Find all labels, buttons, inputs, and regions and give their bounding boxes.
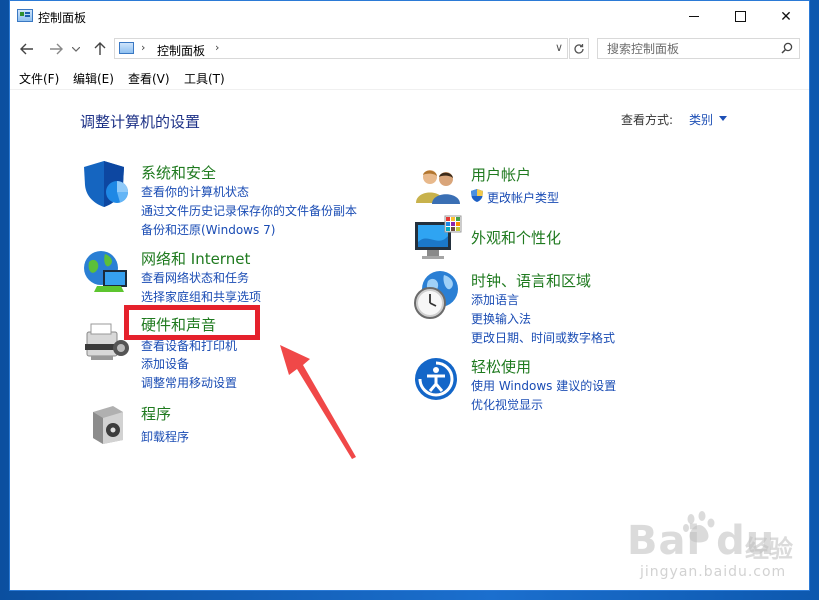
maximize-button[interactable] [717, 1, 763, 32]
link-add-language[interactable]: 添加语言 [471, 291, 519, 308]
chevron-down-icon [72, 46, 80, 52]
menu-view[interactable]: 查看(V) [128, 70, 170, 87]
page-title: 调整计算机的设置 [80, 113, 201, 131]
ease-of-access-icon[interactable] [414, 357, 458, 401]
category-clock-region[interactable]: 时钟、语言和区域 [471, 270, 591, 291]
clock-globe-icon[interactable] [412, 269, 462, 321]
control-panel-icon [17, 9, 33, 22]
link-change-account-type[interactable]: 更改帐户类型 [487, 189, 559, 206]
system-security-shield-icon[interactable] [82, 159, 130, 209]
category-programs[interactable]: 程序 [141, 403, 171, 424]
menu-edit[interactable]: 编辑(E) [73, 70, 114, 87]
back-arrow-icon [20, 43, 33, 55]
baidu-paw-logo-icon [683, 511, 715, 543]
watermark-cn: 经验 [745, 535, 793, 563]
close-button[interactable]: ✕ [763, 1, 809, 32]
recent-locations-button[interactable] [71, 40, 81, 58]
uac-shield-icon [471, 189, 483, 202]
category-network[interactable]: 网络和 Internet [141, 248, 250, 269]
search-icon[interactable] [781, 42, 793, 54]
address-bar[interactable]: › 控制面板 › ∨ [114, 38, 568, 59]
breadcrumb-control-panel[interactable]: 控制面板 [157, 42, 205, 59]
menu-tools[interactable]: 工具(T) [184, 70, 225, 87]
user-accounts-icon[interactable] [414, 167, 462, 205]
link-mobility-settings[interactable]: 调整常用移动设置 [141, 374, 237, 391]
forward-arrow-icon [50, 43, 63, 55]
annotation-arrow-icon [280, 345, 356, 459]
breadcrumb-separator-icon[interactable]: › [141, 41, 145, 54]
link-file-history[interactable]: 通过文件历史记录保存你的文件备份副本 [141, 202, 357, 219]
link-network-status[interactable]: 查看网络状态和任务 [141, 269, 249, 286]
link-uninstall-program[interactable]: 卸载程序 [141, 428, 189, 445]
annotation-highlight-box[interactable]: 硬件和声音 [124, 305, 260, 340]
control-panel-icon [119, 42, 134, 54]
window-title: 控制面板 [38, 11, 87, 25]
category-system-security[interactable]: 系统和安全 [141, 162, 216, 183]
category-appearance[interactable]: 外观和个性化 [471, 227, 561, 248]
watermark-url: jingyan.baidu.com [640, 564, 787, 580]
up-button[interactable] [91, 40, 109, 58]
category-hardware-sound[interactable]: 硬件和声音 [141, 314, 216, 335]
category-user-accounts[interactable]: 用户帐户 [471, 164, 531, 185]
address-dropdown-icon[interactable]: ∨ [555, 41, 563, 54]
link-change-input-method[interactable]: 更换输入法 [471, 310, 531, 327]
view-by-label: 查看方式: [621, 113, 674, 127]
back-button[interactable] [18, 40, 36, 58]
link-optimize-visual-display[interactable]: 优化视觉显示 [471, 396, 543, 413]
link-backup-restore[interactable]: 备份和还原(Windows 7) [141, 221, 275, 238]
programs-box-icon[interactable] [89, 402, 127, 446]
link-homegroup[interactable]: 选择家庭组和共享选项 [141, 288, 261, 305]
close-icon: ✕ [780, 8, 792, 25]
view-by-dropdown[interactable]: 类别 [689, 111, 713, 128]
link-windows-recommended-settings[interactable]: 使用 Windows 建议的设置 [471, 377, 616, 394]
menu-bar: 文件(F) 编辑(E) 查看(V) 工具(T) [10, 67, 809, 90]
link-change-date-format[interactable]: 更改日期、时间或数字格式 [471, 329, 615, 346]
control-panel-window: 控制面板 ✕ › 控制面板 › ∨ 搜索控制面板 文件(F) 编辑(E) 查看(… [9, 0, 810, 591]
up-arrow-icon [94, 42, 106, 55]
refresh-icon [574, 43, 584, 54]
maximize-icon [734, 11, 746, 22]
forward-button[interactable] [47, 40, 65, 58]
search-box[interactable] [597, 38, 800, 59]
breadcrumb-separator-icon[interactable]: › [215, 41, 219, 54]
minimize-icon [689, 16, 699, 17]
network-globe-icon[interactable] [81, 246, 131, 296]
minimize-button[interactable] [671, 1, 717, 32]
appearance-monitor-icon[interactable] [413, 214, 463, 262]
refresh-button[interactable] [569, 38, 589, 59]
link-add-device[interactable]: 添加设备 [141, 355, 189, 372]
title-bar: 控制面板 ✕ [10, 1, 809, 32]
chevron-down-icon[interactable] [719, 116, 727, 121]
link-view-computer-status[interactable]: 查看你的计算机状态 [141, 183, 249, 200]
navigation-bar: › 控制面板 › ∨ [10, 32, 809, 65]
category-ease-of-access[interactable]: 轻松使用 [471, 356, 531, 377]
menu-file[interactable]: 文件(F) [19, 70, 59, 87]
search-input[interactable] [598, 39, 777, 58]
